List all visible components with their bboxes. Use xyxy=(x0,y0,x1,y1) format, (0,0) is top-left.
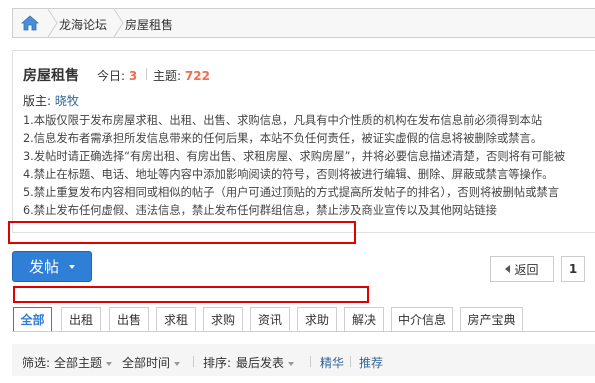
filter-divider xyxy=(350,356,351,367)
filter-divider xyxy=(310,356,311,367)
highlight-box xyxy=(13,286,369,303)
tab-seek-buy[interactable]: 求购 xyxy=(203,307,243,332)
highlight-box xyxy=(8,221,356,244)
back-button[interactable]: 返回 xyxy=(490,256,554,282)
sort-dropdown[interactable]: 最后发表 xyxy=(236,354,295,371)
chevron-down-icon xyxy=(69,264,75,269)
tab-sell[interactable]: 出售 xyxy=(109,307,149,332)
rule-line: 1.本版仅限于发布房屋求租、出租、出售、求购信息，凡具有中介性质的机构在发布信息… xyxy=(23,114,543,127)
tab-seek-rent[interactable]: 求租 xyxy=(156,307,196,332)
moderator-line: 版主: 晓牧 xyxy=(23,94,79,108)
forum-title: 房屋租售 xyxy=(23,68,79,84)
new-post-button[interactable]: 发帖 xyxy=(12,251,92,282)
filter-divider xyxy=(193,356,194,367)
chevron-down-icon xyxy=(106,361,113,366)
topic-count: 主题: 722 xyxy=(153,69,210,83)
tab-divider xyxy=(12,331,595,332)
breadcrumb: 龙海论坛 房屋租售 xyxy=(12,8,595,38)
rule-line: 6.禁止发布任何虚假、违法信息，禁止发布任何群组信息，禁止涉及商业宣传以及其他网… xyxy=(23,204,497,217)
page-number-current[interactable]: 1 xyxy=(561,256,585,282)
sort-label: 排序: xyxy=(203,356,232,370)
rule-line: 5.禁止重复发布内容相同或相似的帖子（用户可通过顶贴的方式提高所发帖子的排名），… xyxy=(23,186,560,199)
tab-news[interactable]: 资讯 xyxy=(250,307,290,332)
tab-all[interactable]: 全部 xyxy=(13,307,52,332)
today-count: 今日: 3 xyxy=(97,69,138,83)
recommend-filter-link[interactable]: 推荐 xyxy=(359,354,383,371)
filter-time-dropdown[interactable]: 全部时间 xyxy=(122,354,181,371)
filter-topic-dropdown[interactable]: 全部主题 xyxy=(54,354,113,371)
chevron-down-icon xyxy=(174,361,181,366)
tab-agency-info[interactable]: 中介信息 xyxy=(391,307,453,332)
tab-property-guide[interactable]: 房产宝典 xyxy=(460,307,523,332)
rule-line: 4.禁止在标题、电话、地址等内容中添加影响阅读的符号，否则将被进行编辑、删除、屏… xyxy=(23,168,554,181)
tab-solved[interactable]: 解决 xyxy=(344,307,384,332)
breadcrumb-separator-icon xyxy=(113,9,124,37)
tab-help[interactable]: 求助 xyxy=(297,307,337,332)
forum-info-panel: 房屋租售 今日: 3 主题: 722 版主: 晓牧 1.本版仅限于发布房屋求租、… xyxy=(12,50,595,233)
rule-line: 3.发帖时请正确选择“有房出租、有房出售、求租房屋、求购房屋”，并将必要信息描述… xyxy=(23,150,566,163)
digest-filter-link[interactable]: 精华 xyxy=(320,354,344,371)
stat-divider xyxy=(146,68,147,80)
back-label: 返回 xyxy=(514,262,539,277)
tab-rent-out[interactable]: 出租 xyxy=(61,307,101,332)
filter-label: 筛选: xyxy=(22,356,51,370)
chevron-down-icon xyxy=(288,361,295,366)
new-post-label: 发帖 xyxy=(28,258,59,276)
rule-line: 2.信息发布者需承担所发信息带来的任何后果，本站不负任何责任，被证实虚假的信息将… xyxy=(23,132,543,145)
breadcrumb-separator-icon xyxy=(47,9,58,37)
home-icon[interactable] xyxy=(13,9,47,37)
breadcrumb-current-board[interactable]: 房屋租售 xyxy=(125,16,173,33)
breadcrumb-forum-link[interactable]: 龙海论坛 xyxy=(59,16,107,33)
moderator-link[interactable]: 晓牧 xyxy=(55,94,79,108)
arrow-left-icon xyxy=(505,265,511,273)
filter-bar: 筛选: 全部主题 全部时间 排序: 最后发表 精华 推荐 xyxy=(12,344,595,376)
